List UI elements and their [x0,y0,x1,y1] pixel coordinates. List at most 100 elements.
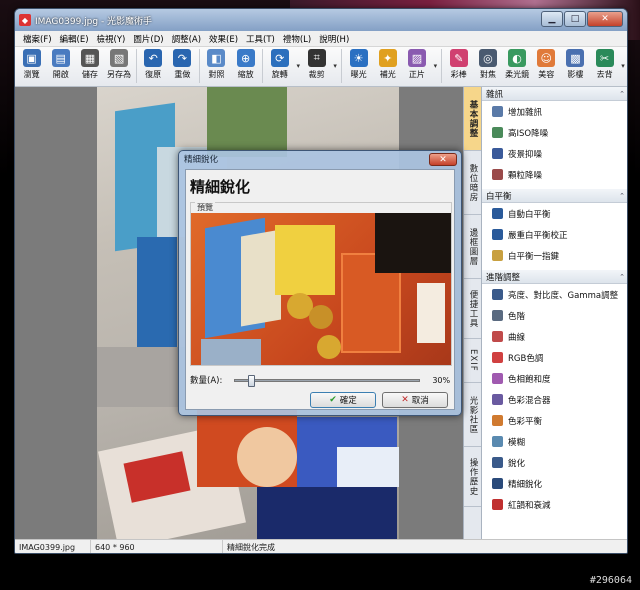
toolbar-button[interactable]: ✎ 彩棒 [444,47,473,85]
menu-item[interactable]: 調整(A) [168,33,205,45]
panel-item-label: 增加雜訊 [508,107,543,118]
panel-item[interactable]: 模糊 [482,431,627,452]
collapse-icon[interactable]: ⌃ [619,90,625,98]
toolbar-button-label: 復原 [145,70,162,79]
panel-item[interactable]: 高ISO降噪 [482,122,627,143]
panel-item[interactable]: 精細銳化 [482,473,627,494]
panel-item[interactable]: 亮度、對比度、Gamma調整 [482,284,627,305]
toolbar-button[interactable]: ▩ 影樓 [561,47,590,85]
panel-item[interactable]: 色彩混合器 [482,389,627,410]
photo-region [237,427,297,487]
vertical-tab[interactable]: 光影社區 [464,383,482,447]
menu-item[interactable]: 工具(T) [242,33,279,45]
menu-item[interactable]: 說明(H) [315,33,353,45]
panel-item[interactable]: 嚴重白平衡校正 [482,224,627,245]
panel-item[interactable]: 曲線 [482,326,627,347]
vertical-tab[interactable]: 操作歷史 [464,447,482,507]
ok-button[interactable]: ✔ 確定 [310,392,376,408]
amount-slider-thumb[interactable] [248,374,256,387]
vertical-tab[interactable]: EXIF [464,339,482,383]
preview-region [417,283,445,343]
amount-slider-row: 數量(A): 30% [190,374,452,387]
toolbar-button[interactable]: ⊕ 縮放 [231,47,260,85]
panel-item[interactable]: 自動白平衡 [482,203,627,224]
menu-item[interactable]: 檔案(F) [19,33,56,45]
toolbar-button[interactable]: ⌗ 裁剪 [302,47,331,85]
adjustment-icon [492,208,503,219]
toolbar-button[interactable]: ⟳ 旋轉 [265,47,294,85]
dropdown-arrow-icon[interactable]: ▾ [619,47,627,85]
menu-item[interactable]: 效果(E) [205,33,242,45]
panel-item-label: 色階 [508,311,526,322]
rotate-icon: ⟳ [270,49,289,67]
toolbar-button[interactable]: ▣ 瀏覽 [17,47,46,85]
close-window-button[interactable]: ✕ [587,11,623,27]
panel-section-header[interactable]: 進階調整 ⌃ [482,270,627,284]
section-title: 進階調整 [486,272,521,283]
panel-item[interactable]: 色階 [482,305,627,326]
toolbar-button[interactable]: ☀ 曝光 [344,47,373,85]
toolbar-button[interactable]: ◧ 對照 [202,47,231,85]
toolbar-button[interactable]: ▧ 另存為 [104,47,133,85]
toolbar-button[interactable]: ▦ 儲存 [75,47,104,85]
vertical-tab[interactable]: 邊框圖層 [464,215,482,279]
menu-item[interactable]: 圖片(D) [129,33,167,45]
panel-item[interactable]: 色相飽和度 [482,368,627,389]
panel-item-label: 亮度、對比度、Gamma調整 [508,290,619,301]
panel-item-label: 嚴重白平衡校正 [508,230,568,241]
window-controls: ▁ □ ✕ [541,11,623,27]
menu-item[interactable]: 檢視(Y) [93,33,130,45]
toolbar-button[interactable]: ▤ 開啟 [46,47,75,85]
collapse-icon[interactable]: ⌃ [619,192,625,200]
toolbar-button[interactable]: ↷ 重做 [168,47,197,85]
panel-item[interactable]: 顆粒降噪 [482,164,627,185]
toolbar-button[interactable]: ▨ 正片 [402,47,431,85]
menu-item[interactable]: 編輯(E) [56,33,93,45]
toolbar-button[interactable]: ↶ 復原 [139,47,168,85]
panel-item[interactable]: 銳化 [482,452,627,473]
toolbar-button-label: 瀏覽 [23,70,40,79]
toolbar-button[interactable]: ◐ 柔光鏡 [503,47,532,85]
dropdown-arrow-icon[interactable]: ▾ [431,47,439,85]
dialog-heading: 精細銳化 [190,178,251,196]
vertical-tab[interactable]: 便捷工具 [464,279,482,339]
panel-item[interactable]: RGB色調 [482,347,627,368]
adjustment-icon [492,478,503,489]
toolbar-button-label: 正片 [408,70,425,79]
toolbar-separator [135,49,137,83]
maximize-button[interactable]: □ [564,11,586,27]
dialog-title[interactable]: 精細銳化 [179,151,461,167]
dropdown-arrow-icon[interactable]: ▾ [331,47,339,85]
panel-item[interactable]: 色彩平衡 [482,410,627,431]
section-title: 雜訊 [486,89,504,100]
title-bar[interactable]: ◆ IMAG0399.jpg - 光影魔術手 ▁ □ ✕ [15,9,627,31]
minimize-button[interactable]: ▁ [541,11,563,27]
dialog-close-button[interactable]: ✕ [429,153,457,166]
toolbar-button[interactable]: ✂ 去背 [590,47,619,85]
toolbar-button[interactable]: ☺ 美容 [532,47,561,85]
amount-slider[interactable] [234,374,421,387]
panel-item[interactable]: 紅韻和衰減 [482,494,627,515]
panel-item-label: 色彩平衡 [508,416,543,427]
crop-icon: ⌗ [307,49,326,67]
vertical-tab[interactable]: 基本調整 [464,87,482,151]
cancel-button[interactable]: ✕ 取消 [382,392,448,408]
panel-item[interactable]: 夜景抑噪 [482,143,627,164]
panel-item[interactable]: 白平衡一指鍵 [482,245,627,266]
ok-button-label: 確定 [339,396,357,406]
toolbar-button[interactable]: ✦ 補光 [373,47,402,85]
toolbar-button[interactable]: ◎ 對焦 [473,47,502,85]
panel-item[interactable]: 增加雜訊 [482,101,627,122]
toolbar-button-label: 開啟 [52,70,69,79]
dropdown-arrow-icon[interactable]: ▾ [294,47,302,85]
toolbar-button-label: 縮放 [237,70,254,79]
adjustment-icon [492,169,503,180]
panel-section-header[interactable]: 白平衡 ⌃ [482,189,627,203]
panel-section-header[interactable]: 雜訊 ⌃ [482,87,627,101]
adjustment-icon [492,127,503,138]
menu-item[interactable]: 禮物(L) [279,33,315,45]
vertical-tab[interactable]: 數位暗房 [464,151,482,215]
collapse-icon[interactable]: ⌃ [619,273,625,281]
preview-image[interactable] [191,213,451,365]
toolbar-button-label: 美容 [538,70,555,79]
